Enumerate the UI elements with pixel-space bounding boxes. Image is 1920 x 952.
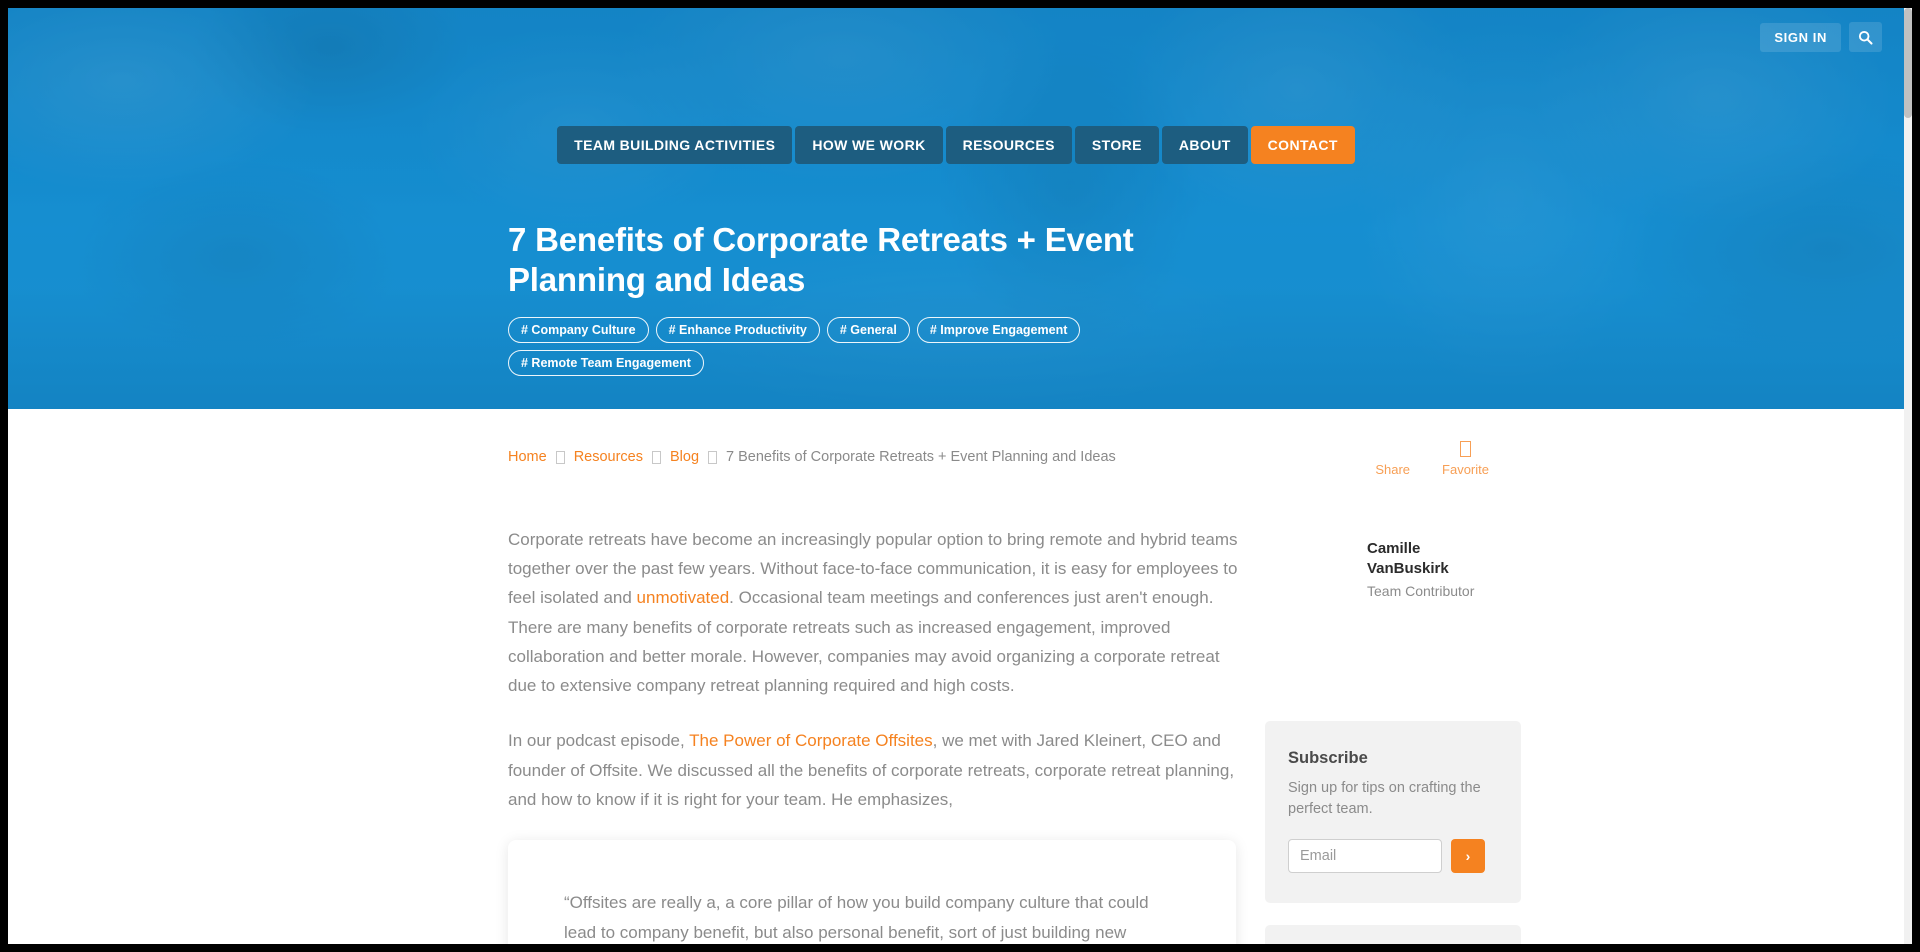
author-block: Camille VanBuskirk Team Contributor [1265,539,1605,625]
nav-item-resources[interactable]: RESOURCES [945,126,1072,164]
subscribe-card: Subscribe Sign up for tips on crafting t… [1265,721,1521,904]
breadcrumb-separator-icon [708,450,718,464]
tag-improve-engagement[interactable]: # Improve Engagement [916,316,1081,343]
quote-text: “Offsites are really a, a core pillar of… [564,893,1149,942]
breadcrumb-separator-icon [555,450,565,464]
breadcrumb: Home Resources Blog 7 Benefits of Corpor… [508,449,1116,465]
breadcrumb-current: 7 Benefits of Corporate Retreats + Event… [726,449,1116,465]
nav-item-team-building-activities[interactable]: TEAM BUILDING ACTIVITIES [557,126,793,164]
tag-company-culture[interactable]: # Company Culture [508,316,649,343]
hero-content: 7 Benefits of Corporate Retreats + Event… [508,220,1408,376]
paragraph-2: In our podcast episode, The Power of Cor… [508,726,1243,814]
sidebar-next-card [1265,925,1521,944]
tag-enhance-productivity[interactable]: # Enhance Productivity [655,316,820,343]
email-input[interactable] [1288,839,1442,874]
search-button[interactable] [1849,22,1882,52]
share-label: Share [1375,462,1411,477]
author-info: Camille VanBuskirk Team Contributor [1367,539,1474,599]
article-sidebar: Camille VanBuskirk Team Contributor Subs… [1265,525,1605,944]
breadcrumb-home[interactable]: Home [508,449,547,465]
main-navigation: TEAM BUILDING ACTIVITIES HOW WE WORK RES… [8,126,1904,164]
subscribe-form: › [1288,839,1498,874]
browser-viewport: SIGN IN TEAM BUILDING ACTIVITIES HOW WE … [8,8,1904,944]
share-button[interactable]: Share [1375,441,1410,477]
paragraph-2-text-a: In our podcast episode, [508,731,690,751]
top-utility-bar: SIGN IN [1760,22,1882,52]
subscribe-title: Subscribe [1288,749,1368,767]
tag-remote-team-engagement[interactable]: # Remote Team Engagement [508,349,704,376]
breadcrumb-row: Home Resources Blog 7 Benefits of Corpor… [508,433,1874,477]
sign-in-button[interactable]: SIGN IN [1760,22,1841,52]
tag-general[interactable]: # General [826,316,910,343]
nav-item-store[interactable]: STORE [1074,126,1159,164]
article-layout: Corporate retreats have become an increa… [508,525,1904,944]
article-body: Corporate retreats have become an increa… [508,525,1243,944]
page-content: Home Resources Blog 7 Benefits of Corpor… [8,409,1904,944]
breadcrumb-resources[interactable]: Resources [574,449,643,465]
link-power-of-corporate-offsites[interactable]: The Power of Corporate Offsites [689,731,932,750]
subscribe-description: Sign up for tips on crafting the perfect… [1288,780,1481,817]
quote-card: “Offsites are really a, a core pillar of… [508,840,1236,944]
author-name: Camille VanBuskirk [1367,540,1449,577]
breadcrumb-separator-icon [652,450,661,464]
article-actions: Share Favorite [1375,441,1489,477]
breadcrumb-blog[interactable]: Blog [670,449,699,465]
favorite-button[interactable]: Favorite [1442,441,1489,477]
link-unmotivated[interactable]: unmotivated [637,588,730,607]
search-icon [1858,30,1873,45]
tag-list: # Company Culture # Enhance Productivity… [508,316,1108,376]
page-scrollbar-track[interactable] [1904,8,1912,944]
author-role: Team Contributor [1367,582,1475,599]
page-scrollbar-thumb[interactable] [1904,8,1912,118]
nav-item-about[interactable]: ABOUT [1161,126,1248,164]
hero-banner: SIGN IN TEAM BUILDING ACTIVITIES HOW WE … [8,8,1904,409]
nav-item-contact[interactable]: CONTACT [1250,126,1355,164]
favorite-label: Favorite [1442,462,1489,477]
page-title: 7 Benefits of Corporate Retreats + Event… [508,221,1134,299]
share-icon [1387,441,1398,457]
paragraph-1: Corporate retreats have become an increa… [508,525,1243,700]
avatar [1265,539,1351,625]
subscribe-submit-button[interactable]: › [1451,839,1485,874]
bookmark-icon [1460,441,1472,457]
nav-item-how-we-work[interactable]: HOW WE WORK [795,126,943,164]
